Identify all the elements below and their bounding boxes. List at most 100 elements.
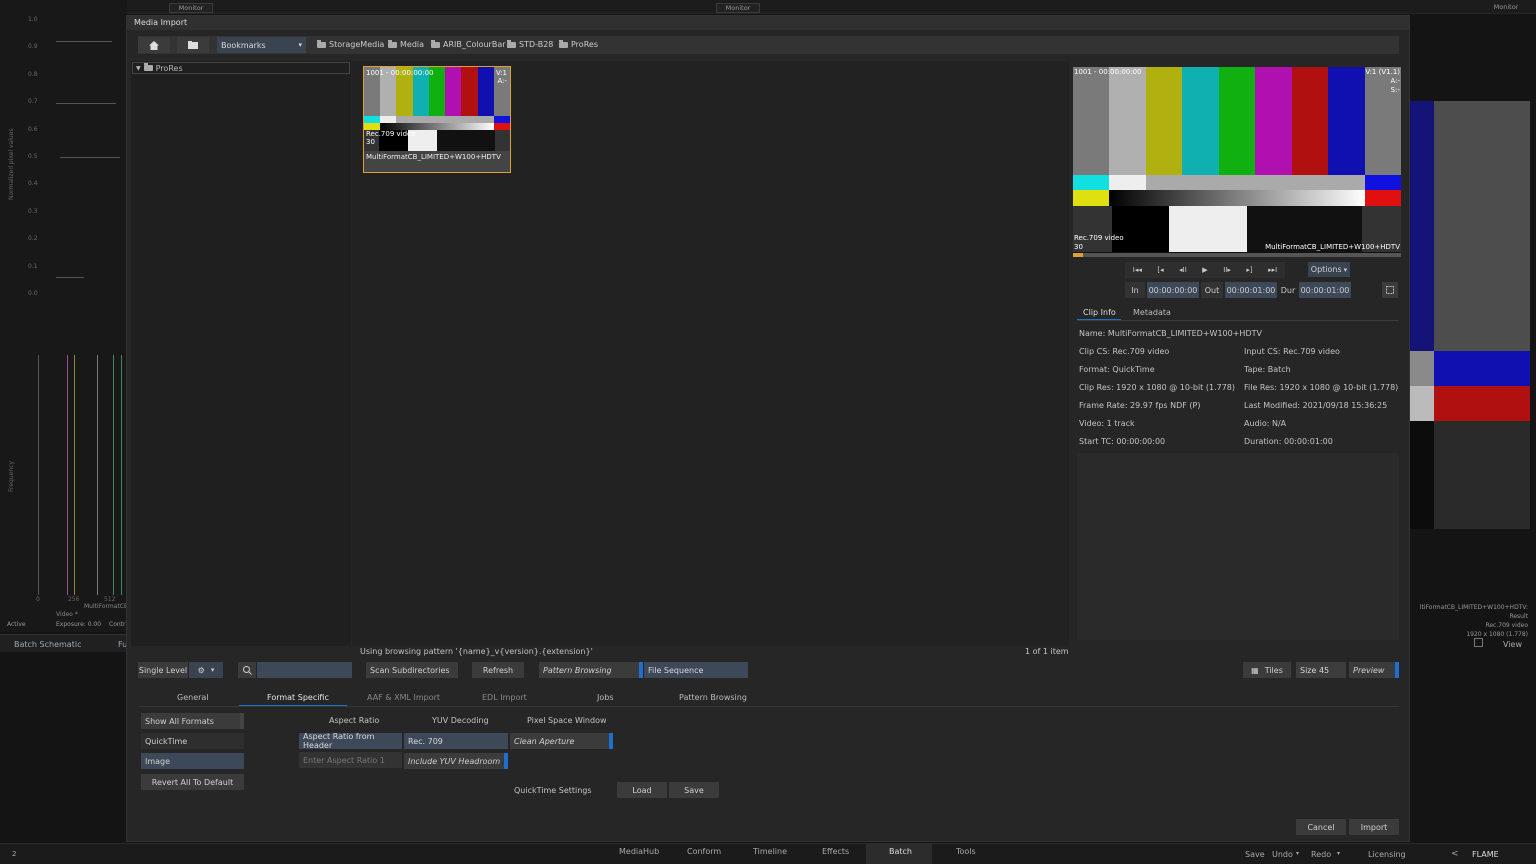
clip-thumbnail[interactable]: 1001 - 00:00:00:00 V:1 A:- Rec.709 video… [363, 66, 511, 173]
pixel-space-window-dropdown[interactable]: Clean Aperture [510, 733, 613, 749]
tab-pattern-browsing[interactable]: Pattern Browsing [679, 693, 747, 702]
search-input[interactable] [257, 662, 352, 678]
options-label: Options [1310, 265, 1342, 274]
tab-jobs[interactable]: Jobs [597, 693, 614, 702]
hist-video-label: Video * [56, 611, 78, 618]
yuv-decoding-dropdown[interactable]: Rec. 709 [404, 733, 508, 749]
refresh-button[interactable]: Refresh [472, 662, 524, 678]
tab-effects[interactable]: Effects [822, 847, 849, 856]
tab-format-specific[interactable]: Format Specific [267, 693, 329, 702]
monitor-right-label[interactable]: Monitor [1484, 3, 1528, 13]
media-import-dialog: Media Import Bookmarks ▾ StorageMedia Me… [126, 15, 1410, 842]
redo-button[interactable]: Redo [1311, 850, 1331, 859]
tab-batch[interactable]: Batch [889, 847, 912, 856]
load-button[interactable]: Load [617, 782, 667, 798]
import-button[interactable]: Import [1349, 819, 1399, 835]
scan-subdirectories-toggle[interactable]: Scan Subdirectories [366, 662, 458, 678]
info-video: Video: 1 track [1079, 419, 1135, 428]
y-tick-label: 0.3 [28, 207, 38, 215]
tab-conform[interactable]: Conform [687, 847, 721, 856]
info-file-res: File Res: 1920 x 1080 @ 10-bit (1.778) [1244, 383, 1399, 392]
bookmarks-dropdown[interactable]: Bookmarks ▾ [217, 37, 306, 53]
tab-timeline[interactable]: Timeline [753, 847, 787, 856]
duration-timecode-field[interactable]: 00:00:01:00 [1299, 282, 1351, 298]
previous-mark-icon[interactable]: [◂ [1157, 266, 1163, 274]
folder-icon [559, 39, 568, 48]
search-button[interactable] [238, 662, 256, 678]
single-level-button[interactable]: Single Level [138, 662, 188, 678]
y-axis-label: Normalized pixel values [8, 128, 15, 200]
tile-size-slider[interactable]: Size 45 [1296, 662, 1346, 678]
chevron-down-icon[interactable]: ▾ [1337, 850, 1340, 857]
chevron-down-icon: ▾ [1343, 265, 1348, 274]
chevron-down-icon[interactable]: ▾ [1296, 850, 1299, 857]
breadcrumb-label: Media [400, 40, 425, 49]
out-timecode-field[interactable]: 00:00:01:00 [1225, 282, 1277, 298]
tab-mediahub[interactable]: MediaHub [619, 847, 659, 856]
tab-tools[interactable]: Tools [956, 847, 976, 856]
undo-button[interactable]: Undo [1272, 850, 1293, 859]
tab-metadata[interactable]: Metadata [1133, 308, 1171, 317]
folder-icon [317, 39, 326, 48]
bg-clip-res: 1920 x 1080 (1.778) [1466, 631, 1528, 638]
step-forward-icon[interactable]: II▸ [1223, 266, 1231, 274]
folder-button[interactable] [177, 37, 209, 53]
monitor-left-label[interactable]: Monitor [169, 3, 213, 13]
breadcrumb-arib-colourbar[interactable]: ARIB_ColourBar [431, 39, 506, 49]
tab-general[interactable]: General [177, 693, 209, 702]
tab-clip-info[interactable]: Clip Info [1083, 308, 1116, 317]
batch-schematic-tab[interactable]: Batch Schematic Fu [0, 634, 127, 652]
flame-label: FLAME [1472, 850, 1499, 859]
view-button[interactable]: View [1503, 640, 1522, 649]
format-image[interactable]: Image [141, 753, 244, 769]
aspect-ratio-dropdown[interactable]: Aspect Ratio from Header [299, 732, 402, 750]
info-name: Name: MultiFormatCB_LIMITED+W100+HDTV [1079, 329, 1262, 338]
info-duration: Duration: 00:00:01:00 [1244, 437, 1333, 446]
in-timecode-field[interactable]: 00:00:00:00 [1147, 282, 1199, 298]
revert-all-button[interactable]: Revert All To Default [141, 774, 244, 790]
viewport-icon[interactable] [1474, 638, 1483, 647]
play-icon[interactable]: ▶ [1202, 266, 1207, 274]
next-mark-icon[interactable]: ▸] [1246, 266, 1252, 274]
tiles-label: Tiles [1264, 665, 1283, 675]
aspect-ratio-input[interactable]: Enter Aspect Ratio 1 [299, 752, 402, 768]
tree-item-prores[interactable]: ▼ ProRes [132, 62, 350, 74]
tiles-button[interactable]: ▦ Tiles [1243, 662, 1291, 678]
breadcrumb-label: STD-B28 [519, 40, 554, 49]
pattern-browsing-toggle[interactable]: Pattern Browsing [539, 662, 643, 678]
status-exposure: Exposure: 0.00 [56, 621, 102, 628]
preview-toggle[interactable]: Preview [1349, 662, 1399, 678]
fullscreen-button[interactable] [1382, 282, 1398, 298]
go-to-end-icon[interactable]: ▸▸I [1268, 266, 1277, 274]
options-dropdown[interactable]: Options ▾ [1308, 262, 1350, 277]
batch-schematic-label: Batch Schematic [14, 640, 82, 649]
breadcrumb-storagemedia[interactable]: StorageMedia [317, 39, 384, 49]
hist-tick-256: 256 [68, 596, 80, 603]
breadcrumb-media[interactable]: Media [388, 39, 425, 49]
y-tick-label: 0.0 [28, 290, 38, 297]
save-menu[interactable]: Save [1245, 850, 1265, 859]
go-to-start-icon[interactable]: I◂◂ [1133, 266, 1142, 274]
breadcrumb-prores[interactable]: ProRes [559, 39, 598, 49]
folder-icon [188, 41, 198, 49]
aspect-ratio-heading: Aspect Ratio [329, 716, 380, 725]
show-all-formats-toggle[interactable]: Show All Formats [141, 713, 244, 729]
breadcrumb-std-b28[interactable]: STD-B28 [507, 39, 554, 49]
include-yuv-headroom-toggle[interactable]: Include YUV Headroom [404, 753, 508, 769]
tab-edl-import[interactable]: EDL Import [482, 693, 527, 702]
settings-dropdown[interactable]: ⚙ ▾ [189, 662, 223, 678]
cancel-button[interactable]: Cancel [1296, 819, 1346, 835]
thumb-name: MultiFormatCB_LIMITED+W100+HDTV [364, 151, 510, 172]
step-back-icon[interactable]: ◂II [1179, 266, 1187, 274]
format-quicktime[interactable]: QuickTime [141, 733, 244, 749]
y-tick-label: 0.6 [28, 125, 38, 133]
save-button[interactable]: Save [669, 782, 719, 798]
file-sequence-toggle[interactable]: File Sequence [644, 662, 748, 678]
breadcrumb-label: ARIB_ColourBar [443, 40, 506, 49]
licensing-button[interactable]: Licensing [1368, 850, 1406, 859]
chevron-down-icon: ▼ [136, 64, 141, 72]
tab-aaf-xml-import[interactable]: AAF & XML Import [367, 693, 440, 702]
info-clip-res: Clip Res: 1920 x 1080 @ 10-bit (1.778) [1079, 383, 1235, 392]
monitor-center-label[interactable]: Monitor [716, 3, 760, 13]
home-button[interactable] [138, 37, 170, 53]
